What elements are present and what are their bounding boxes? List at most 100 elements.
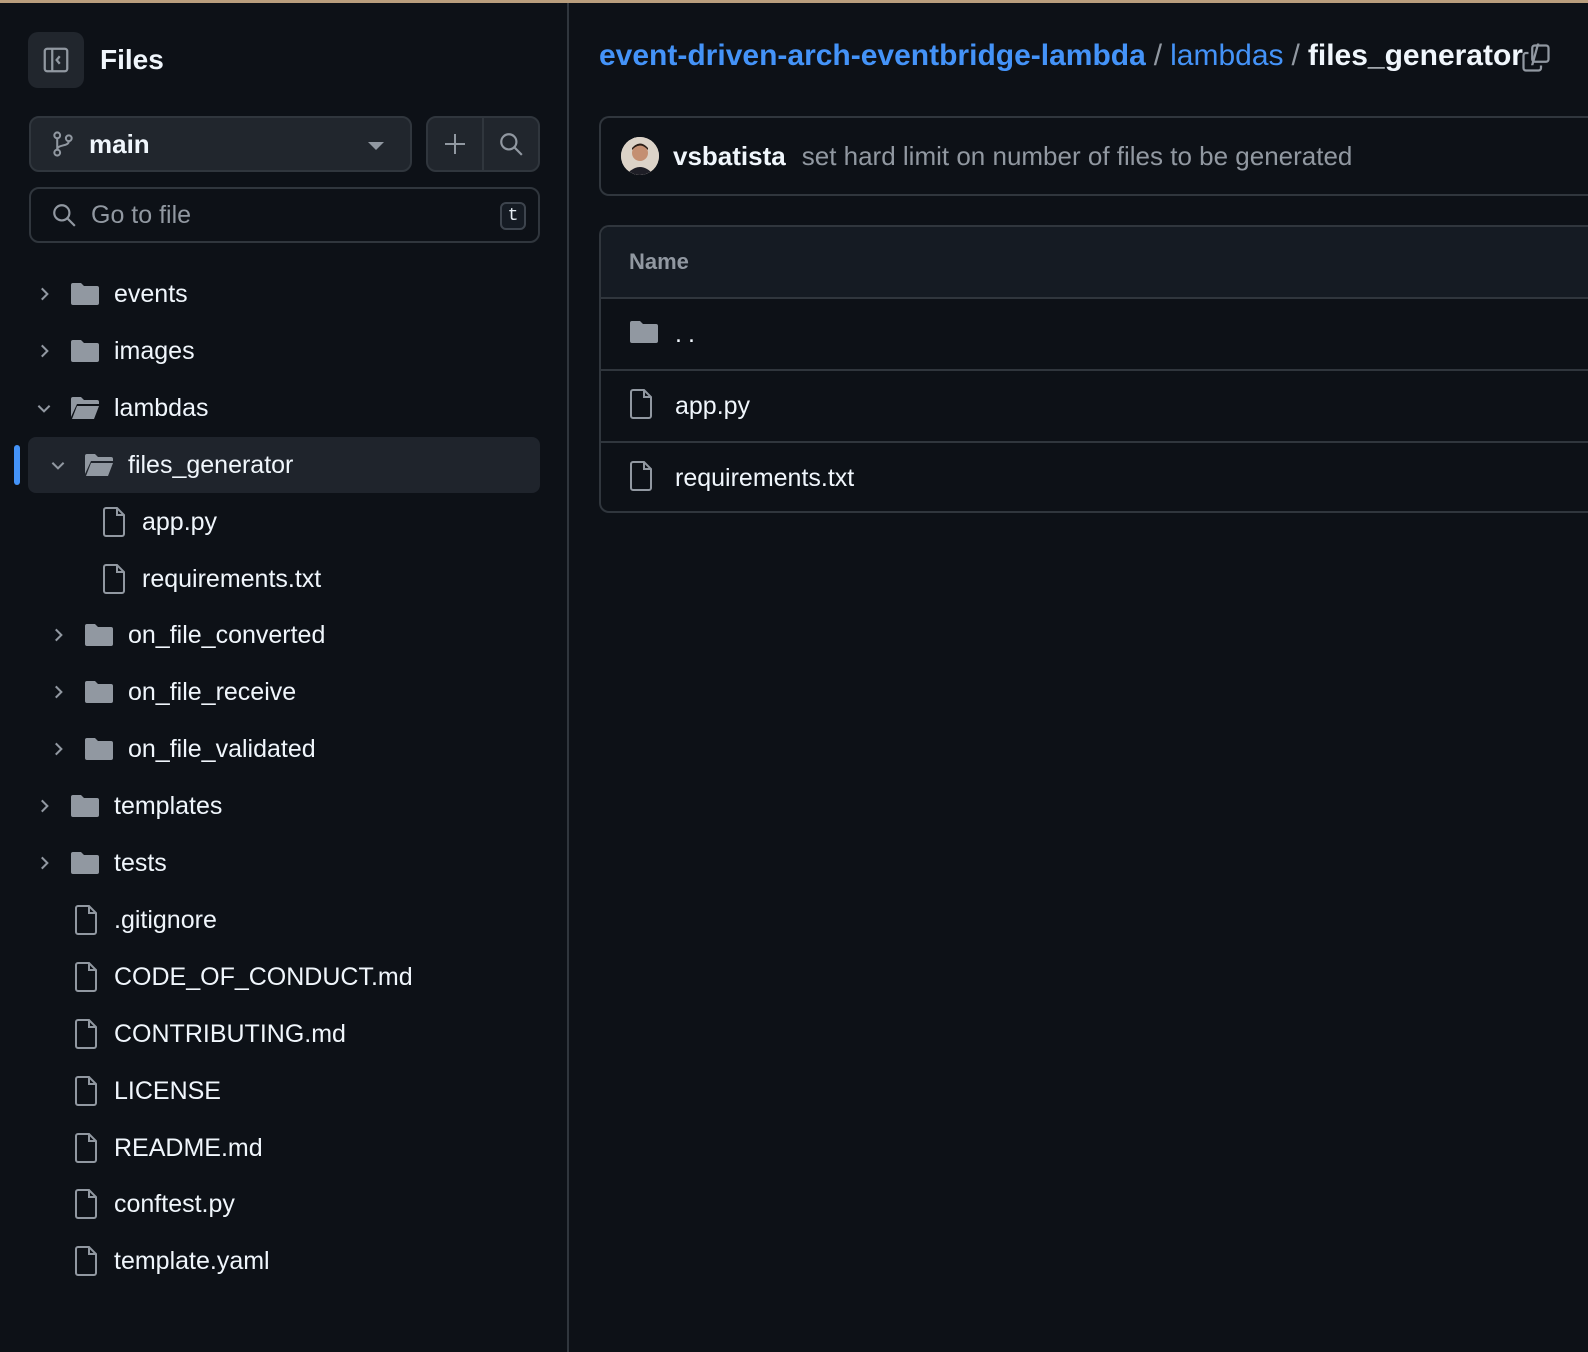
file-icon [103, 563, 125, 594]
commit-message[interactable]: set hard limit on number of files to be … [802, 141, 1353, 172]
tree-item-icon [74, 1075, 98, 1111]
tree-item-label: CONTRIBUTING.md [114, 1019, 346, 1048]
tree-folder-item[interactable]: on_file_receive [0, 664, 567, 720]
tree-item-icon [74, 904, 98, 940]
row-label: .. [675, 319, 701, 348]
tree-folder-item[interactable]: files_generator [0, 436, 567, 493]
breadcrumb-folder-link[interactable]: lambdas [1170, 39, 1283, 73]
latest-commit-bar: vsbatista set hard limit on number of fi… [599, 116, 1588, 196]
row-icon [629, 388, 653, 424]
tree-item-icon [102, 563, 126, 599]
tree-folder-item[interactable]: on_file_converted [0, 607, 567, 663]
collapse-sidebar-button[interactable] [28, 32, 84, 88]
chevron-right-icon [55, 629, 63, 642]
branch-selector-button[interactable]: main [29, 116, 412, 172]
tree-item-label: app.py [142, 507, 218, 536]
tree-file-item[interactable]: requirements.txt [0, 551, 567, 607]
avatar[interactable] [621, 137, 659, 175]
tree-item-label: .gitignore [114, 905, 217, 934]
sidebar-actions [426, 116, 540, 172]
tree-toggle[interactable] [35, 854, 53, 877]
folder-icon [71, 852, 99, 874]
column-header-name: Name [629, 249, 689, 274]
tree-toggle[interactable] [49, 740, 67, 763]
go-to-file-input[interactable] [89, 199, 473, 231]
search-icon [500, 133, 523, 156]
search-icon [53, 204, 76, 227]
folder-open-icon [71, 396, 99, 419]
chevron-right-icon [55, 685, 63, 699]
row-label: requirements.txt [675, 463, 855, 492]
tree-file-item[interactable]: app.py [0, 494, 567, 550]
tree-folder-item[interactable]: on_file_validated [0, 721, 567, 777]
tree-item-label: README.md [114, 1133, 263, 1162]
tree-item-icon [74, 961, 98, 997]
tree-item-label: lambdas [114, 393, 209, 422]
folder-open-icon [85, 453, 113, 476]
tree-file-item[interactable]: template.yaml [0, 1233, 567, 1289]
tree-folder-item[interactable]: events [0, 266, 567, 322]
add-file-button[interactable] [428, 118, 484, 170]
sidebar-title: Files [100, 44, 164, 75]
tree-item-icon [70, 281, 100, 312]
tree-item-label: on_file_validated [128, 735, 316, 764]
tree-folder-item[interactable]: tests [0, 835, 567, 891]
chevron-right-icon [41, 287, 49, 301]
chevron-right-icon [41, 799, 49, 813]
copy-icon [1522, 44, 1550, 72]
table-row[interactable]: requirements.txt [601, 443, 1588, 511]
file-icon [75, 1189, 97, 1220]
tree-file-item[interactable]: README.md [0, 1120, 567, 1176]
tree-file-item[interactable]: conftest.py [0, 1176, 567, 1232]
table-row[interactable]: app.py [601, 371, 1588, 443]
tree-toggle[interactable] [35, 285, 53, 308]
chevron-right-icon [55, 742, 63, 756]
tree-folder-item[interactable]: templates [0, 778, 567, 834]
tree-item-label: on_file_receive [128, 678, 297, 707]
tree-item-icon [74, 1189, 98, 1224]
chevron-down-icon [368, 142, 384, 150]
tree-file-item[interactable]: LICENSE [0, 1063, 567, 1119]
breadcrumb: event-driven-arch-eventbridge-lambda / l… [599, 39, 1547, 73]
tree-toggle[interactable] [49, 683, 67, 706]
tree-toggle[interactable] [35, 797, 53, 820]
chevron-right-icon [41, 344, 49, 358]
file-icon [75, 961, 97, 992]
breadcrumb-separator: / [1291, 39, 1300, 72]
commit-author[interactable]: vsbatista [673, 141, 786, 172]
file-icon [103, 506, 125, 537]
file-icon [75, 1018, 97, 1049]
tree-item-label: requirements.txt [142, 564, 322, 593]
parent-directory-row[interactable]: .. [601, 299, 1588, 371]
tree-toggle[interactable] [49, 456, 67, 479]
copy-path-button[interactable] [1521, 43, 1551, 78]
tree-item-icon [74, 1132, 98, 1168]
row-icon [629, 319, 659, 350]
search-code-button[interactable] [484, 118, 538, 170]
tree-folder-item[interactable]: images [0, 323, 567, 379]
tree-file-item[interactable]: CONTRIBUTING.md [0, 1006, 567, 1062]
tree-folder-item[interactable]: lambdas [0, 380, 567, 436]
breadcrumb-repo-link[interactable]: event-driven-arch-eventbridge-lambda [599, 39, 1146, 73]
tree-toggle[interactable] [49, 626, 67, 649]
file-icon [630, 388, 652, 419]
plus-icon [445, 134, 465, 154]
chevron-down-icon [37, 404, 51, 413]
row-label: app.py [675, 391, 751, 420]
tree-item-icon [84, 622, 114, 653]
table-header: Name [601, 227, 1588, 299]
tree-item-icon [74, 1246, 98, 1281]
tree-item-label: templates [114, 792, 223, 821]
tree-file-item[interactable]: CODE_OF_CONDUCT.md [0, 949, 567, 1005]
tree-item-icon [70, 338, 100, 369]
go-to-file-box: t [29, 187, 540, 243]
file-icon [75, 1075, 97, 1106]
tree-item-label: events [114, 280, 188, 308]
tree-file-item[interactable]: .gitignore [0, 892, 567, 948]
tree-item-icon [74, 1018, 98, 1054]
tree-toggle[interactable] [35, 342, 53, 365]
tree-item-icon [70, 395, 100, 426]
file-icon [75, 1246, 97, 1277]
tree-toggle[interactable] [35, 399, 53, 422]
row-icon [629, 460, 653, 496]
